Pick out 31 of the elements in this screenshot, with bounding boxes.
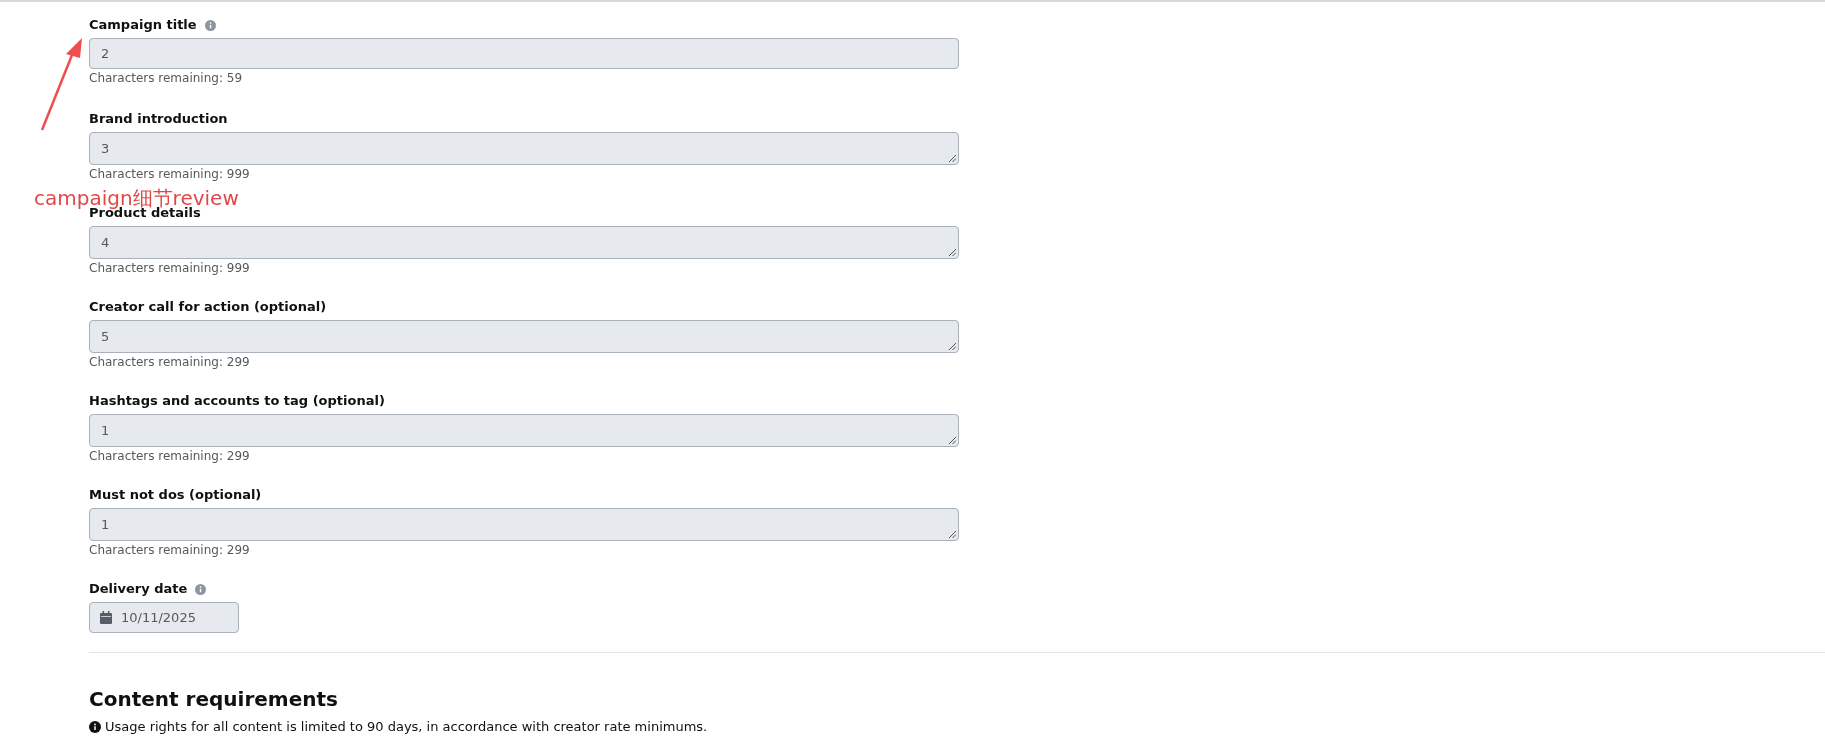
field-label: Brand introduction	[89, 110, 228, 129]
characters-remaining: Characters remaining: 299	[89, 354, 251, 370]
characters-remaining: Characters remaining: 299	[89, 448, 251, 464]
resize-grip-icon[interactable]	[948, 342, 956, 350]
text-area[interactable]: 5	[89, 320, 959, 353]
resize-grip-icon[interactable]	[948, 436, 956, 444]
text-area[interactable]: 3	[89, 132, 959, 165]
text-area[interactable]: 4	[89, 226, 959, 259]
calendar-icon	[100, 611, 112, 624]
info-icon	[195, 583, 207, 595]
field-label: Creator call for action (optional)	[89, 298, 327, 317]
usage-rights-note: Usage rights for all content is limited to 90 days, in accordance with creator rate minimums.	[105, 719, 708, 735]
info-icon	[204, 19, 216, 31]
field-label: Must not dos (optional)	[89, 486, 262, 505]
date-field[interactable]: 10/11/2025	[89, 602, 239, 633]
field-label: Hashtags and accounts to tag (optional)	[89, 392, 385, 411]
resize-grip-icon[interactable]	[948, 248, 956, 256]
text-area[interactable]: 1	[89, 508, 959, 541]
info-icon	[89, 721, 101, 733]
characters-remaining: Characters remaining: 299	[89, 542, 251, 558]
field-label: Campaign title	[89, 16, 197, 35]
field-label: Delivery date	[89, 580, 188, 599]
resize-grip-icon[interactable]	[948, 154, 956, 162]
text-input[interactable]: 2	[89, 38, 959, 69]
section-heading: Content requirements	[89, 686, 339, 713]
characters-remaining: Characters remaining: 999	[89, 166, 251, 182]
text-area[interactable]: 1	[89, 414, 959, 447]
characters-remaining: Characters remaining: 59	[89, 70, 244, 86]
characters-remaining: Characters remaining: 999	[89, 260, 251, 276]
date-value: 10/11/2025	[121, 608, 196, 627]
resize-grip-icon[interactable]	[948, 530, 956, 538]
